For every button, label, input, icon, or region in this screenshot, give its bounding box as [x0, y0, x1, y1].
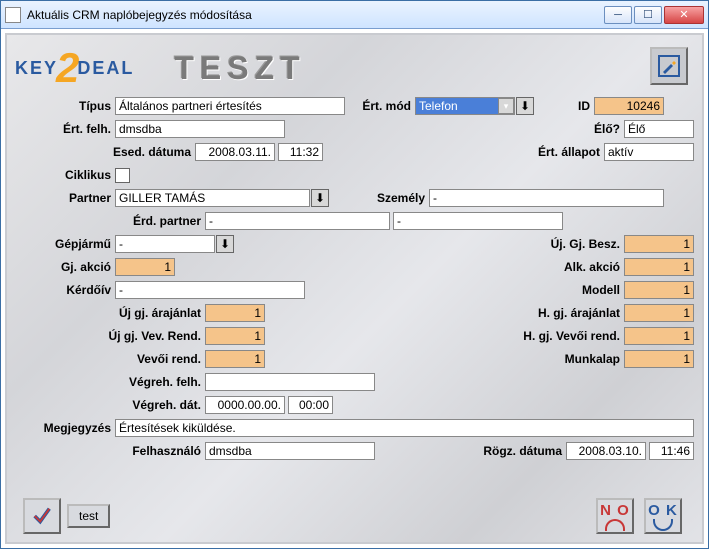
label-kerdoiv: Kérdőív: [15, 283, 115, 297]
field-tipus[interactable]: Általános partneri értesítés: [115, 97, 345, 115]
label-esed-datuma: Esed. dátuma: [15, 145, 195, 159]
label-ert-mod: Ért. mód: [345, 99, 415, 113]
field-gj-akcio[interactable]: 1: [115, 258, 175, 276]
header: KEY 2 DEAL TESZT: [15, 41, 694, 95]
smile-icon: [653, 519, 673, 531]
titlebar: Aktuális CRM naplóbejegyzés módosítása ─…: [1, 1, 708, 29]
field-felhasznalo[interactable]: dmsdba: [205, 442, 375, 460]
minimize-button[interactable]: ─: [604, 6, 632, 24]
dropdown-icon[interactable]: ▾: [498, 98, 514, 114]
logo-left: KEY: [15, 58, 58, 79]
ert-mod-picker-button[interactable]: ⬇: [516, 97, 534, 115]
field-h-gj-vevoi-rend[interactable]: 1: [624, 327, 694, 345]
logo-right: DEAL: [77, 58, 134, 79]
pencil-icon: [657, 54, 681, 78]
field-munkalap[interactable]: 1: [624, 350, 694, 368]
system-icon[interactable]: [5, 7, 21, 23]
field-szemely[interactable]: -: [429, 189, 664, 207]
field-alk-akcio[interactable]: 1: [624, 258, 694, 276]
label-partner: Partner: [15, 191, 115, 205]
maximize-button[interactable]: ☐: [634, 6, 662, 24]
gepjarmu-picker-button[interactable]: ⬇: [216, 235, 234, 253]
frown-icon: [605, 519, 625, 531]
label-uj-gj-vev-rend: Új gj. Vev. Rend.: [15, 329, 205, 343]
field-erd-partner1[interactable]: -: [205, 212, 390, 230]
field-esed-time[interactable]: 11:32: [278, 143, 323, 161]
label-erd-partner: Érd. partner: [15, 214, 205, 228]
validate-button[interactable]: [23, 498, 61, 534]
field-modell[interactable]: 1: [624, 281, 694, 299]
checkbox-ciklikus[interactable]: [115, 168, 130, 183]
no-button[interactable]: N O: [596, 498, 634, 534]
field-uj-gj-besz[interactable]: 1: [624, 235, 694, 253]
label-h-gj-vevoi-rend: H. gj. Vevői rend.: [514, 329, 624, 343]
field-vegreh-felh[interactable]: [205, 373, 375, 391]
label-id: ID: [534, 99, 594, 113]
edit-icon-button[interactable]: [650, 47, 688, 85]
label-uj-gj-besz: Új. Gj. Besz.: [514, 237, 624, 251]
field-vegreh-time[interactable]: 00:00: [288, 396, 333, 414]
window-title: Aktuális CRM naplóbejegyzés módosítása: [27, 8, 604, 22]
field-gepjarmu[interactable]: -: [115, 235, 215, 253]
check-icon: [31, 505, 53, 527]
label-tipus: Típus: [15, 99, 115, 113]
field-vegreh-date[interactable]: 0000.00.00.: [205, 396, 285, 414]
button-bar: test N O O K: [15, 492, 694, 536]
label-vevoi-rend: Vevői rend.: [15, 352, 205, 366]
field-ert-felh[interactable]: dmsdba: [115, 120, 285, 138]
label-szemely: Személy: [329, 191, 429, 205]
ok-button[interactable]: O K: [644, 498, 682, 534]
label-gj-akcio: Gj. akció: [15, 260, 115, 274]
app-window: Aktuális CRM naplóbejegyzés módosítása ─…: [0, 0, 709, 549]
partner-picker-button[interactable]: ⬇: [311, 189, 329, 207]
label-ert-felh: Ért. felh.: [15, 122, 115, 136]
form: Típus Általános partneri értesítés Ért. …: [15, 95, 694, 492]
label-ciklikus: Ciklikus: [15, 168, 115, 182]
field-vevoi-rend[interactable]: 1: [205, 350, 265, 368]
field-esed-date[interactable]: 2008.03.11.: [195, 143, 275, 161]
field-erd-partner2[interactable]: -: [393, 212, 563, 230]
label-modell: Modell: [514, 283, 624, 297]
field-uj-gj-vev-rend[interactable]: 1: [205, 327, 265, 345]
label-munkalap: Munkalap: [514, 352, 624, 366]
label-alk-akcio: Alk. akció: [514, 260, 624, 274]
label-h-gj-arajanlat: H. gj. árajánlat: [514, 306, 624, 320]
label-gepjarmu: Gépjármű: [15, 237, 115, 251]
logo-number: 2: [56, 51, 79, 85]
field-ert-mod[interactable]: Telefon ▾: [415, 97, 515, 115]
label-elo: Élő?: [584, 122, 624, 136]
label-megjegyzes: Megjegyzés: [15, 421, 115, 435]
label-vegreh-dat: Végreh. dát.: [15, 398, 205, 412]
label-felhasznalo: Felhasználó: [15, 444, 205, 458]
field-rogz-time: 11:46: [649, 442, 694, 460]
close-button[interactable]: ✕: [664, 6, 704, 24]
field-ert-allapot[interactable]: aktív: [604, 143, 694, 161]
field-elo[interactable]: Élő: [624, 120, 694, 138]
field-partner[interactable]: GILLER TAMÁS: [115, 189, 310, 207]
field-id: 10246: [594, 97, 664, 115]
logo: KEY 2 DEAL: [15, 51, 134, 85]
banner-text: TESZT: [174, 50, 305, 87]
content-area: KEY 2 DEAL TESZT Típus Általános partner…: [5, 33, 704, 544]
field-kerdoiv[interactable]: -: [115, 281, 305, 299]
field-rogz-date: 2008.03.10.: [566, 442, 646, 460]
ok-label: O K: [648, 502, 678, 519]
label-rogz-datuma: Rögz. dátuma: [476, 444, 566, 458]
field-h-gj-arajanlat[interactable]: 1: [624, 304, 694, 322]
field-megjegyzes[interactable]: Értesítések kiküldése.: [115, 419, 694, 437]
test-button[interactable]: test: [67, 504, 110, 528]
field-uj-gj-arajanlat[interactable]: 1: [205, 304, 265, 322]
label-vegreh-felh: Végreh. felh.: [15, 375, 205, 389]
no-label: N O: [600, 502, 630, 519]
label-uj-gj-arajanlat: Új gj. árajánlat: [15, 306, 205, 320]
field-ert-mod-value: Telefon: [419, 99, 458, 113]
label-ert-allapot: Ért. állapot: [524, 145, 604, 159]
